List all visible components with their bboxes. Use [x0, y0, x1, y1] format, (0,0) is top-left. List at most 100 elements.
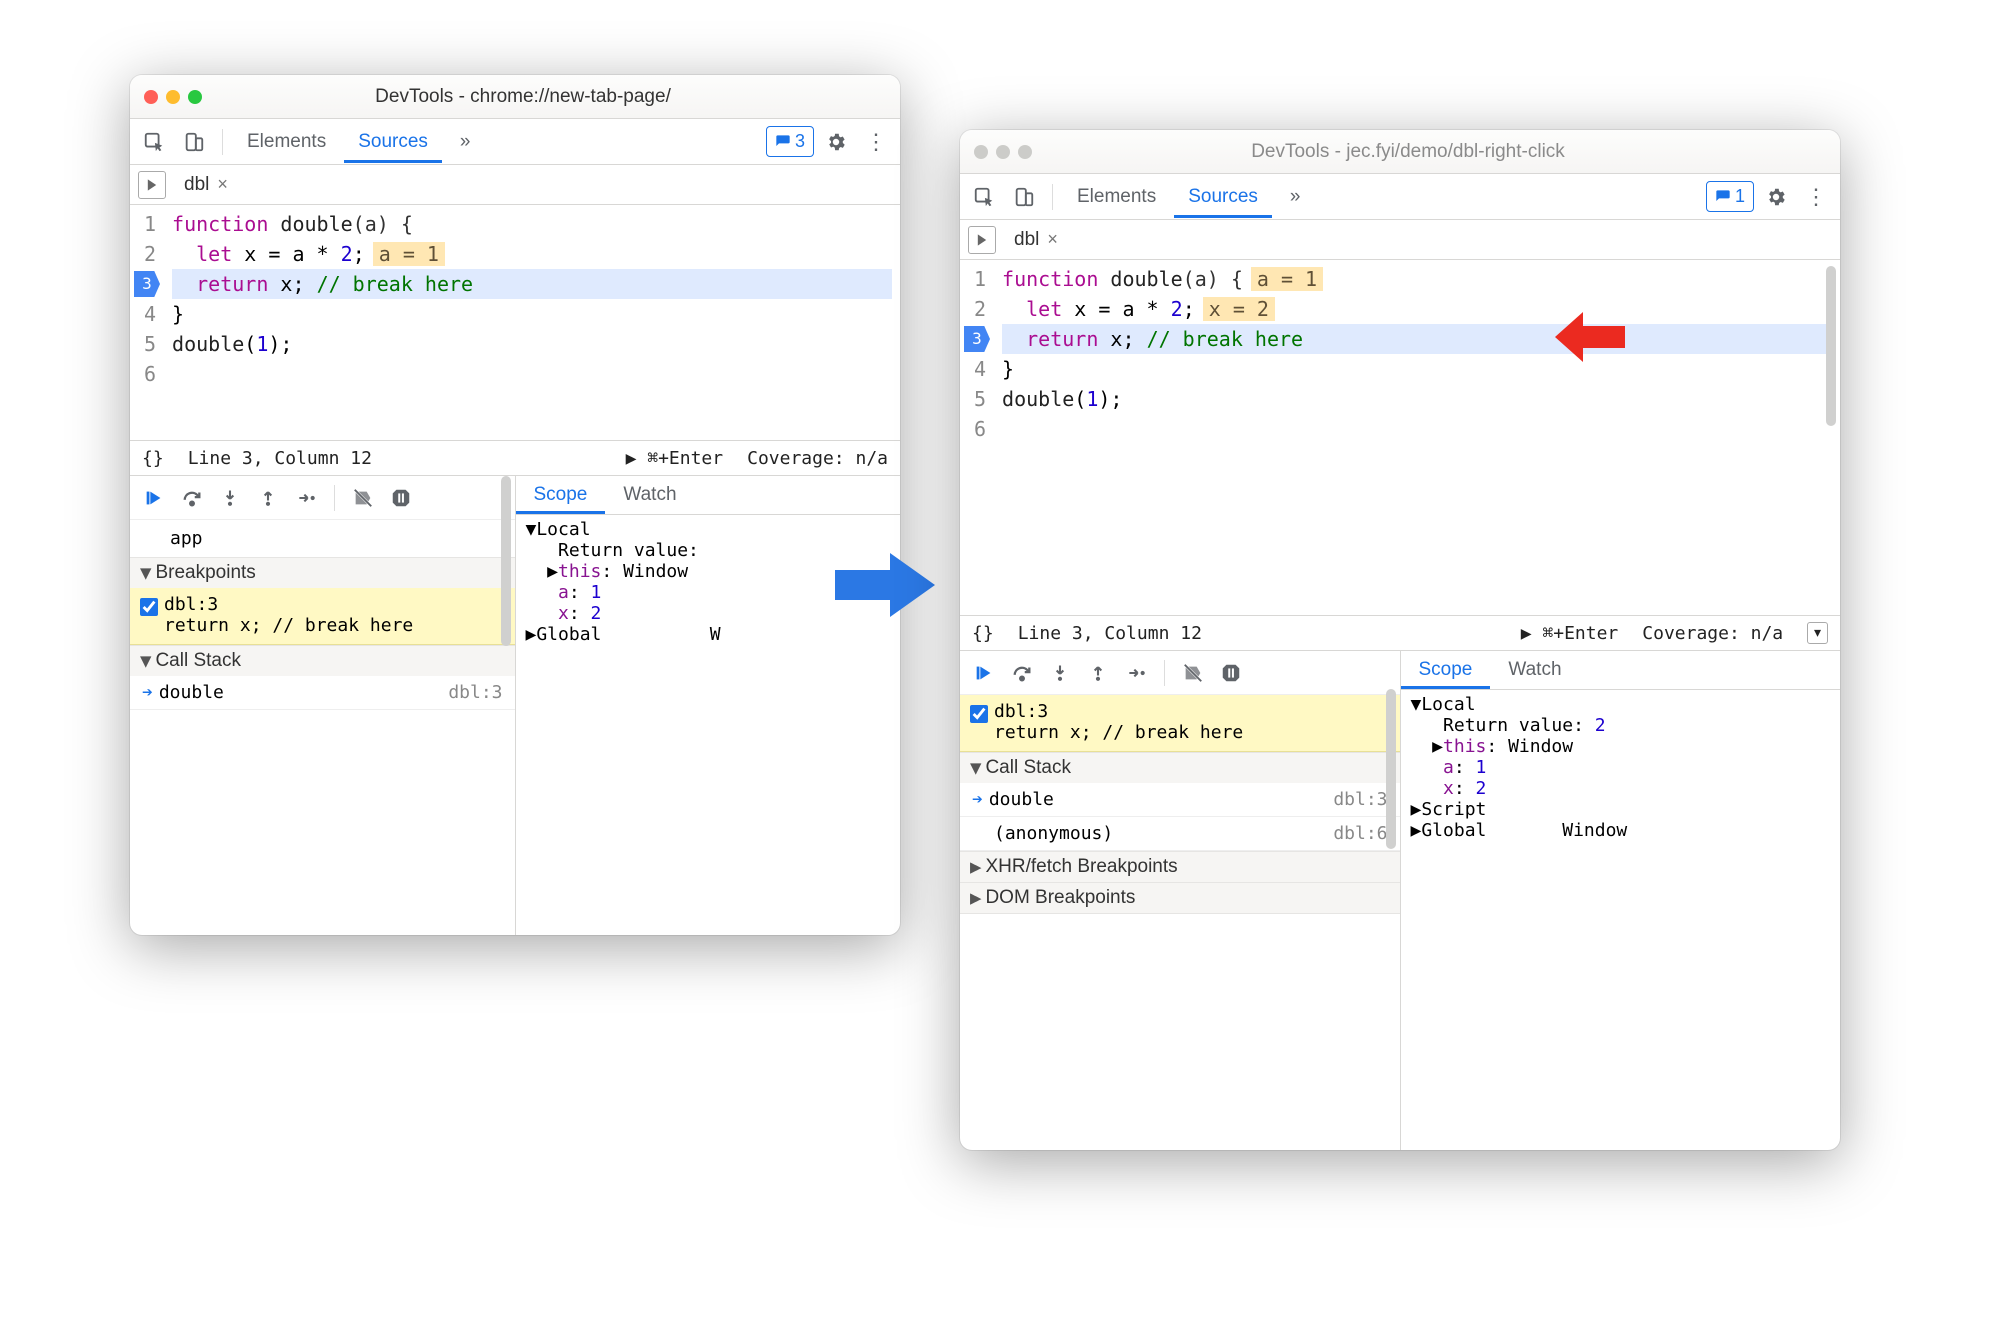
- scope-var-a: a: 1: [1411, 757, 1831, 778]
- scope-global[interactable]: ▶Global W: [526, 624, 891, 645]
- scope-var-x: x: 2: [1411, 778, 1831, 799]
- callstack-section[interactable]: ▼Call Stack: [130, 645, 515, 676]
- minimize-dot[interactable]: [996, 145, 1010, 159]
- close-dot[interactable]: [974, 145, 988, 159]
- file-tab-dbl[interactable]: dbl ×: [1004, 223, 1068, 257]
- breakpoint-marker[interactable]: 3: [964, 326, 990, 352]
- scope-local[interactable]: ▼Local: [1411, 694, 1831, 715]
- code-editor[interactable]: 1 2 3 3 4 5 6 function double(a) { let x…: [130, 205, 900, 440]
- code-line-3: return x; // break here: [172, 269, 892, 299]
- scope-script[interactable]: ▶Script: [1411, 799, 1831, 820]
- breakpoints-section[interactable]: ▼Breakpoints: [130, 557, 515, 588]
- coverage-label: Coverage: n/a: [747, 448, 888, 469]
- breakpoint-checkbox[interactable]: [970, 705, 988, 723]
- tab-sources[interactable]: Sources: [344, 121, 442, 163]
- resume-icon[interactable]: [968, 657, 1000, 689]
- zoom-dot[interactable]: [1018, 145, 1032, 159]
- device-icon[interactable]: [1006, 179, 1042, 215]
- scrollbar[interactable]: [499, 476, 513, 935]
- devtools-window-right: DevTools - jec.fyi/demo/dbl-right-click …: [960, 130, 1840, 1150]
- kebab-icon[interactable]: ⋮: [858, 124, 894, 160]
- step-out-icon[interactable]: [252, 482, 284, 514]
- scope-global[interactable]: ▶Global Window: [1411, 820, 1831, 841]
- step-out-icon[interactable]: [1082, 657, 1114, 689]
- close-dot[interactable]: [144, 90, 158, 104]
- traffic-lights: [974, 145, 1032, 159]
- inline-annotation: a = 1: [373, 242, 445, 266]
- inspect-icon[interactable]: [136, 124, 172, 160]
- issues-badge[interactable]: 1: [1706, 181, 1754, 212]
- cursor-position: Line 3, Column 12: [188, 448, 372, 469]
- tab-more[interactable]: »: [446, 121, 485, 163]
- stack-frame[interactable]: (anonymous) dbl:6: [960, 817, 1400, 851]
- navigator-toggle-icon[interactable]: [968, 226, 996, 254]
- scope-tabs: Scope Watch: [1401, 651, 1841, 690]
- tab-elements[interactable]: Elements: [233, 121, 340, 163]
- run-hint: ▶ ⌘+Enter: [1521, 623, 1619, 644]
- tab-more[interactable]: »: [1276, 176, 1315, 218]
- minimize-dot[interactable]: [166, 90, 180, 104]
- inspect-icon[interactable]: [966, 179, 1002, 215]
- step-into-icon[interactable]: [214, 482, 246, 514]
- scope-tabs: Scope Watch: [516, 476, 901, 515]
- code-line-1: function double(a) {: [172, 209, 892, 239]
- deactivate-breakpoints-icon[interactable]: [347, 482, 379, 514]
- code-editor[interactable]: 1 2 3 3 4 5 6 function double(a) {a = 1 …: [960, 260, 1840, 615]
- scrollbar[interactable]: [1384, 651, 1398, 1150]
- breakpoint-item[interactable]: dbl:3 return x; // break here: [130, 588, 515, 645]
- navigator-toggle-icon[interactable]: [138, 171, 166, 199]
- scope-return: Return value: 2: [1411, 715, 1831, 736]
- pause-exceptions-icon[interactable]: [385, 482, 417, 514]
- pause-exceptions-icon[interactable]: [1215, 657, 1247, 689]
- close-icon[interactable]: ×: [217, 174, 228, 195]
- inline-annotation: a = 1: [1251, 267, 1323, 291]
- pretty-print-icon[interactable]: {}: [142, 448, 164, 469]
- kebab-icon[interactable]: ⋮: [1798, 179, 1834, 215]
- step-over-icon[interactable]: [1006, 657, 1038, 689]
- gear-icon[interactable]: [818, 124, 854, 160]
- deactivate-breakpoints-icon[interactable]: [1177, 657, 1209, 689]
- callout-arrow-icon: [1555, 310, 1625, 364]
- editor-status-bar: {} Line 3, Column 12 ▶ ⌘+Enter Coverage:…: [130, 440, 900, 476]
- issues-count: 1: [1735, 186, 1745, 207]
- inline-annotation: x = 2: [1203, 297, 1275, 321]
- pretty-print-icon[interactable]: {}: [972, 623, 994, 644]
- debugger-panels: app ▼Breakpoints dbl:3 return x; // brea…: [130, 476, 900, 935]
- file-tab-row: dbl ×: [960, 220, 1840, 260]
- transition-arrow-icon: [830, 545, 940, 625]
- tab-scope[interactable]: Scope: [516, 476, 606, 514]
- step-icon[interactable]: [1120, 657, 1152, 689]
- close-icon[interactable]: ×: [1047, 229, 1058, 250]
- tab-sources[interactable]: Sources: [1174, 176, 1272, 218]
- scope-local[interactable]: ▼Local: [526, 519, 891, 540]
- device-icon[interactable]: [176, 124, 212, 160]
- code-body[interactable]: function double(a) { let x = a * 2;a = 1…: [164, 205, 900, 440]
- resume-icon[interactable]: [138, 482, 170, 514]
- callstack-section[interactable]: ▼Call Stack: [960, 752, 1400, 783]
- code-body[interactable]: function double(a) {a = 1 let x = a * 2;…: [994, 260, 1840, 615]
- stack-frame[interactable]: ➔double dbl:3: [960, 783, 1400, 817]
- xhr-breakpoints-section[interactable]: ▶XHR/fetch Breakpoints: [960, 851, 1400, 882]
- expand-icon[interactable]: ▾: [1807, 622, 1828, 644]
- debugger-left-pane: app ▼Breakpoints dbl:3 return x; // brea…: [130, 476, 516, 935]
- tab-watch[interactable]: Watch: [1490, 651, 1579, 689]
- scope-this[interactable]: ▶this: Window: [1411, 736, 1831, 757]
- dom-breakpoints-section[interactable]: ▶DOM Breakpoints: [960, 882, 1400, 914]
- file-tab-row: dbl ×: [130, 165, 900, 205]
- gear-icon[interactable]: [1758, 179, 1794, 215]
- breakpoint-marker[interactable]: 3: [134, 271, 160, 297]
- file-tab-dbl[interactable]: dbl ×: [174, 168, 238, 202]
- tab-watch[interactable]: Watch: [605, 476, 694, 514]
- issues-badge[interactable]: 3: [766, 126, 814, 157]
- tab-scope[interactable]: Scope: [1401, 651, 1491, 689]
- breakpoint-checkbox[interactable]: [140, 598, 158, 616]
- zoom-dot[interactable]: [188, 90, 202, 104]
- step-into-icon[interactable]: [1044, 657, 1076, 689]
- stack-frame[interactable]: ➔double dbl:3: [130, 676, 515, 710]
- step-icon[interactable]: [290, 482, 322, 514]
- scrollbar[interactable]: [1824, 260, 1838, 615]
- breakpoint-item[interactable]: dbl:3 return x; // break here: [960, 695, 1400, 752]
- step-over-icon[interactable]: [176, 482, 208, 514]
- tab-elements[interactable]: Elements: [1063, 176, 1170, 218]
- list-item[interactable]: app: [130, 520, 515, 557]
